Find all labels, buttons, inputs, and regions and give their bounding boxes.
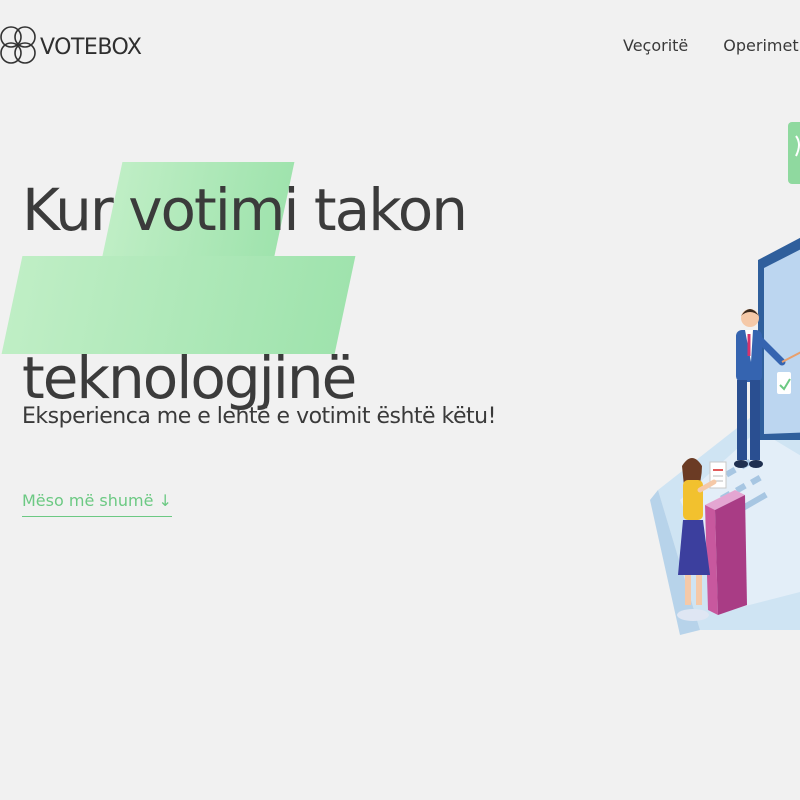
learn-more-link[interactable]: Mëso më shumë ↓: [22, 491, 172, 517]
headline-line-2: teknologjinë: [22, 344, 357, 412]
headline-word-kur: Kur: [22, 176, 129, 244]
headline-word-votimi: votimi: [128, 176, 299, 244]
green-badge-icon: [788, 122, 800, 184]
main-nav: Veçoritë Operimet: [623, 36, 799, 55]
nav-link-features[interactable]: Veçoritë: [623, 36, 688, 55]
headline-highlight-teknologjine: [1, 256, 356, 354]
landing-page: VOTEBOX Veçoritë Operimet Kur votimi tak…: [0, 0, 800, 800]
votebox-logo-icon: [0, 26, 36, 64]
headline-word-takon: takon: [297, 176, 468, 244]
ballot-box-illustration: [705, 490, 747, 615]
nav-link-operations[interactable]: Operimet: [723, 36, 798, 55]
brand-name: VOTEBOX: [40, 34, 142, 60]
brand-logo[interactable]: VOTEBOX: [0, 20, 142, 74]
headline-line-1: Kur votimi takon: [22, 176, 800, 244]
